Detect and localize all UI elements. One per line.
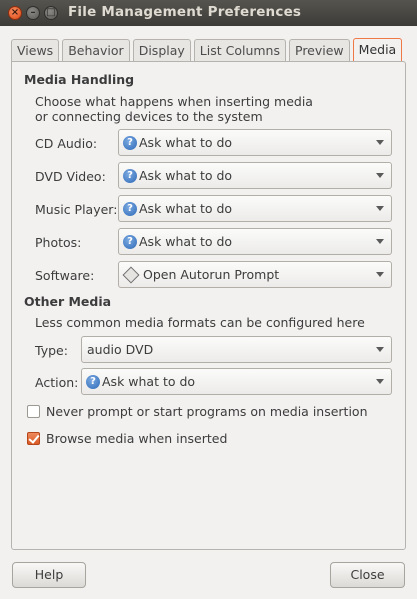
- photos-label: Photos:: [35, 235, 82, 250]
- tab-list-columns[interactable]: List Columns: [193, 39, 286, 61]
- tab-behavior[interactable]: Behavior: [62, 39, 130, 61]
- tab-bar: Views Behavior Display List Columns Prev…: [11, 38, 405, 62]
- software-label: Software:: [35, 268, 95, 283]
- question-icon: ?: [86, 374, 100, 389]
- dvd-video-combo[interactable]: ? Ask what to do: [118, 162, 392, 189]
- action-value: Ask what to do: [102, 374, 196, 389]
- type-value: audio DVD: [87, 342, 154, 357]
- action-combo[interactable]: ? Ask what to do: [81, 368, 392, 395]
- music-player-combo[interactable]: ? Ask what to do: [118, 195, 392, 222]
- minimize-window-icon[interactable]: –: [26, 6, 40, 20]
- close-window-icon[interactable]: ×: [8, 6, 22, 20]
- type-label: Type:: [35, 343, 68, 358]
- dropdown-arrow-icon: [376, 173, 384, 178]
- browse-media-label[interactable]: Browse media when inserted: [46, 431, 227, 446]
- browse-media-checkbox[interactable]: [27, 432, 40, 445]
- media-handling-description-2: or connecting devices to the system: [35, 109, 263, 124]
- media-handling-description-1: Choose what happens when inserting media: [35, 94, 313, 109]
- tab-preview[interactable]: Preview: [289, 39, 350, 61]
- cd-audio-value: Ask what to do: [139, 135, 233, 150]
- never-prompt-checkbox[interactable]: [27, 405, 40, 418]
- software-combo[interactable]: Open Autorun Prompt: [118, 261, 392, 288]
- dropdown-arrow-icon: [376, 379, 384, 384]
- close-button[interactable]: Close: [330, 562, 405, 588]
- dvd-video-value: Ask what to do: [139, 168, 233, 183]
- question-icon: ?: [123, 135, 137, 150]
- type-combo[interactable]: audio DVD: [81, 336, 392, 363]
- photos-combo[interactable]: ? Ask what to do: [118, 228, 392, 255]
- other-media-description: Less common media formats can be configu…: [35, 315, 365, 330]
- question-icon: ?: [123, 234, 137, 249]
- maximize-window-icon[interactable]: □: [44, 6, 58, 20]
- autorun-icon: [122, 266, 140, 283]
- music-player-label: Music Player:: [35, 202, 118, 217]
- action-label: Action:: [35, 375, 79, 390]
- dropdown-arrow-icon: [376, 347, 384, 352]
- tab-media[interactable]: Media: [352, 38, 403, 61]
- window-title: File Management Preferences: [68, 4, 302, 20]
- dropdown-arrow-icon: [376, 140, 384, 145]
- question-icon: ?: [123, 168, 137, 183]
- dvd-video-label: DVD Video:: [35, 169, 106, 184]
- title-bar: × – □ File Management Preferences: [0, 0, 417, 26]
- tab-views[interactable]: Views: [11, 39, 60, 61]
- cd-audio-label: CD Audio:: [35, 136, 98, 151]
- dropdown-arrow-icon: [376, 206, 384, 211]
- other-media-heading: Other Media: [24, 294, 112, 309]
- media-handling-heading: Media Handling: [24, 72, 135, 87]
- dropdown-arrow-icon: [376, 239, 384, 244]
- music-player-value: Ask what to do: [139, 201, 233, 216]
- software-value: Open Autorun Prompt: [143, 267, 280, 282]
- cd-audio-combo[interactable]: ? Ask what to do: [118, 129, 392, 156]
- tab-display[interactable]: Display: [132, 39, 191, 61]
- never-prompt-label[interactable]: Never prompt or start programs on media …: [46, 404, 368, 419]
- photos-value: Ask what to do: [139, 234, 233, 249]
- question-icon: ?: [123, 201, 137, 216]
- help-button[interactable]: Help: [12, 562, 86, 588]
- dropdown-arrow-icon: [376, 272, 384, 277]
